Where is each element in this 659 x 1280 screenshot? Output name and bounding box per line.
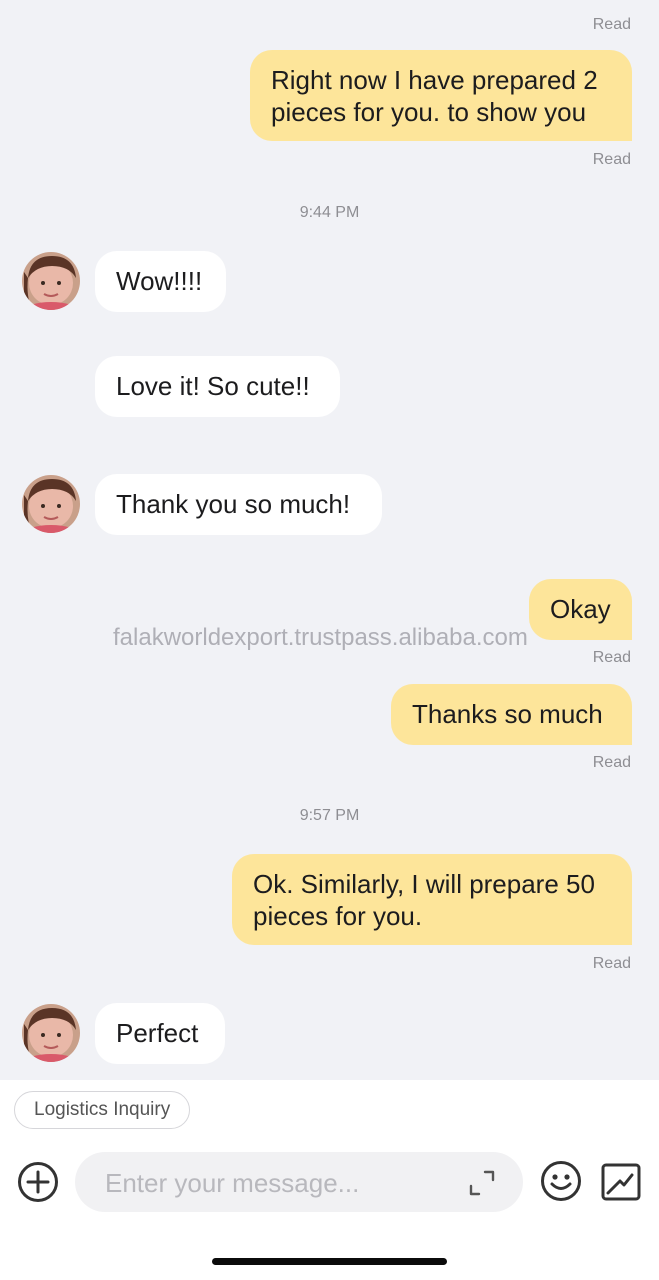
message-text: Wow!!!! [116, 266, 203, 296]
read-receipt: Read [592, 754, 631, 771]
message-line: pieces for you. to show you [271, 97, 587, 127]
incoming-message[interactable]: Perfect [95, 1003, 225, 1064]
avatar[interactable] [22, 252, 80, 310]
read-receipt: Read [592, 151, 631, 168]
avatar[interactable] [22, 1004, 80, 1062]
expand-icon[interactable] [467, 1168, 497, 1198]
message-text: Okay [550, 594, 611, 624]
read-receipt: Read [592, 955, 631, 972]
incoming-message[interactable]: Love it! So cute!! [95, 356, 340, 417]
quick-reply-label: Logistics Inquiry [34, 1099, 171, 1120]
message-text: Thanks so much [412, 699, 603, 729]
timestamp: 9:57 PM [299, 807, 360, 824]
message-text: Love it! So cute!! [116, 371, 310, 401]
image-icon[interactable] [600, 1161, 642, 1203]
outgoing-message[interactable]: Right now I have prepared 2 pieces for y… [250, 50, 632, 141]
home-indicator [212, 1258, 447, 1265]
incoming-message[interactable]: Wow!!!! [95, 251, 226, 312]
message-input-box[interactable] [75, 1152, 523, 1214]
message-text: Thank you so much! [116, 489, 351, 519]
watermark: falakworldexport.trustpass.alibaba.com [113, 624, 528, 651]
outgoing-message[interactable]: Okay [529, 579, 632, 640]
message-line: Ok. Similarly, I will prepare 50 [253, 869, 595, 899]
message-text: Perfect [116, 1018, 199, 1048]
message-line: Right now I have prepared 2 [271, 65, 598, 95]
chat-area: Read Right now I have prepared 2 pieces … [0, 0, 659, 1080]
smiley-icon[interactable] [539, 1159, 583, 1203]
message-input[interactable] [103, 1152, 457, 1214]
avatar[interactable] [22, 475, 80, 533]
outgoing-message[interactable]: Thanks so much [391, 684, 632, 745]
plus-circle-icon[interactable] [16, 1160, 60, 1204]
incoming-message[interactable]: Thank you so much! [95, 474, 382, 535]
outgoing-message[interactable]: Ok. Similarly, I will prepare 50 pieces … [232, 854, 632, 945]
timestamp: 9:44 PM [299, 204, 360, 221]
message-line: pieces for you. [253, 901, 423, 931]
read-receipt: Read [592, 649, 631, 666]
read-receipt: Read [592, 16, 631, 33]
quick-reply-logistics-inquiry[interactable]: Logistics Inquiry [14, 1091, 191, 1129]
